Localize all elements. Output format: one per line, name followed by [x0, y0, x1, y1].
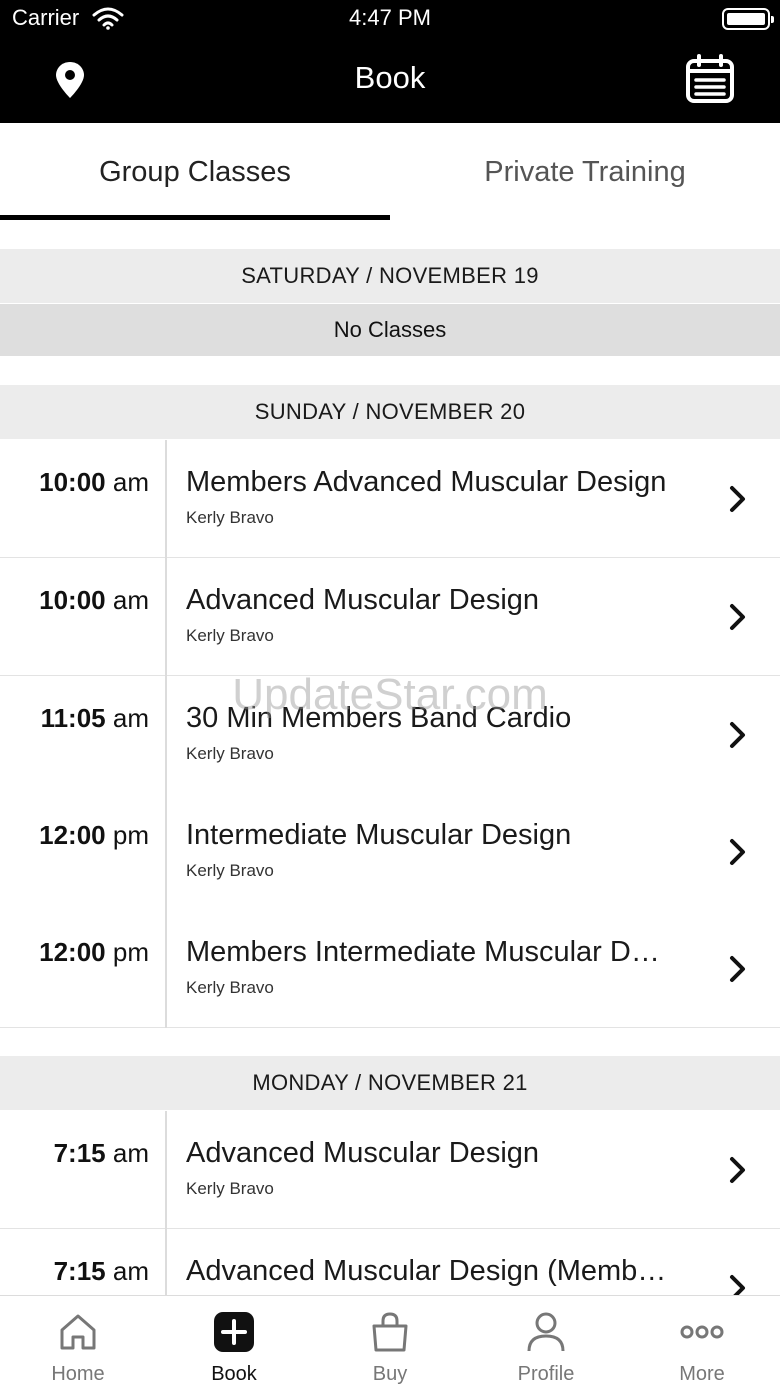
active-tab-indicator — [0, 215, 390, 220]
class-row[interactable]: 7:15 am Advanced Muscular Design Kerly B… — [0, 1111, 780, 1229]
time-column: 7:15 am — [0, 1111, 167, 1229]
day-header: MONDAY / NOVEMBER 21 — [0, 1056, 780, 1110]
time-column: 12:00 pm — [0, 793, 167, 911]
chevron-right-icon — [730, 1157, 745, 1183]
time-column: 10:00 am — [0, 558, 167, 676]
class-time: 12:00 pm — [39, 937, 149, 967]
instructor-name: Kerly Bravo — [186, 744, 274, 763]
class-time: 7:15 am — [53, 1138, 149, 1168]
tab-private-training[interactable]: Private Training — [390, 123, 780, 221]
tabbar-label: Home — [51, 1363, 105, 1385]
chevron-right-icon — [730, 486, 745, 512]
class-row[interactable]: 10:00 am Members Advanced Muscular Desig… — [0, 440, 780, 558]
class-time: 10:00 am — [39, 585, 149, 615]
instructor-name: Kerly Bravo — [186, 508, 274, 527]
calendar-icon[interactable] — [684, 53, 736, 105]
time-column: 10:00 am — [0, 440, 167, 558]
tabbar-book[interactable]: Book — [156, 1296, 312, 1387]
person-icon — [527, 1312, 565, 1352]
home-icon — [60, 1314, 96, 1350]
tabbar-label: Book — [211, 1363, 257, 1385]
tabbar-profile[interactable]: Profile — [468, 1296, 624, 1387]
shopping-bag-icon — [372, 1312, 408, 1352]
segment-tabs: Group Classes Private Training — [0, 123, 780, 221]
class-name: Advanced Muscular Design — [186, 1137, 540, 1169]
class-time: 12:00 pm — [39, 820, 149, 850]
status-time: 4:47 PM — [349, 5, 431, 30]
day-header: SATURDAY / NOVEMBER 19 — [0, 249, 780, 303]
instructor-name: Kerly Bravo — [186, 978, 274, 997]
battery-icon — [722, 8, 774, 30]
instructor-name: Kerly Bravo — [186, 1179, 274, 1198]
tabbar-more[interactable]: More — [624, 1296, 780, 1387]
day-header: SUNDAY / NOVEMBER 20 — [0, 385, 780, 439]
no-classes-label: No Classes — [0, 304, 780, 356]
plus-square-icon — [214, 1312, 254, 1352]
chevron-right-icon — [730, 956, 745, 982]
chevron-right-icon — [730, 839, 745, 865]
class-name: Intermediate Muscular Design — [186, 819, 572, 851]
tabbar-label: Profile — [517, 1363, 575, 1385]
chevron-right-icon — [730, 604, 745, 630]
class-name: 30 Min Members Band Cardio — [186, 702, 572, 734]
chevron-right-icon — [730, 722, 745, 748]
tabbar-buy[interactable]: Buy — [312, 1296, 468, 1387]
class-time: 10:00 am — [39, 467, 149, 497]
class-name: Advanced Muscular Design — [186, 584, 540, 616]
tabbar-label: Buy — [372, 1363, 408, 1385]
instructor-name: Kerly Bravo — [186, 626, 274, 645]
bottom-tab-bar: Home Book Buy Profile More — [0, 1295, 780, 1387]
tabbar-home[interactable]: Home — [0, 1296, 156, 1387]
class-row[interactable]: 10:00 am Advanced Muscular Design Kerly … — [0, 558, 780, 676]
header-bar: Carrier 4:47 PM Book — [0, 0, 780, 123]
tab-group-classes[interactable]: Group Classes — [0, 123, 390, 221]
time-column: 12:00 pm — [0, 910, 167, 1028]
class-row[interactable]: 12:00 pm Intermediate Muscular Design Ke… — [0, 793, 780, 911]
class-name: Members Intermediate Muscular D… — [186, 936, 660, 968]
more-dots-icon — [680, 1325, 724, 1339]
class-name: Members Advanced Muscular Design — [186, 466, 667, 498]
class-row[interactable]: 12:00 pm Members Intermediate Muscular D… — [0, 910, 780, 1028]
page-title: Book — [354, 60, 426, 95]
class-time: 11:05 am — [40, 703, 149, 733]
instructor-name: Kerly Bravo — [186, 861, 274, 880]
time-column: 11:05 am — [0, 676, 167, 794]
class-name: Advanced Muscular Design (Memb… — [186, 1255, 667, 1287]
class-time: 7:15 am — [53, 1256, 149, 1286]
status-bar: Carrier 4:47 PM — [0, 0, 780, 40]
tabbar-label: More — [679, 1363, 725, 1385]
class-row[interactable]: 11:05 am 30 Min Members Band Cardio Kerl… — [0, 676, 780, 794]
